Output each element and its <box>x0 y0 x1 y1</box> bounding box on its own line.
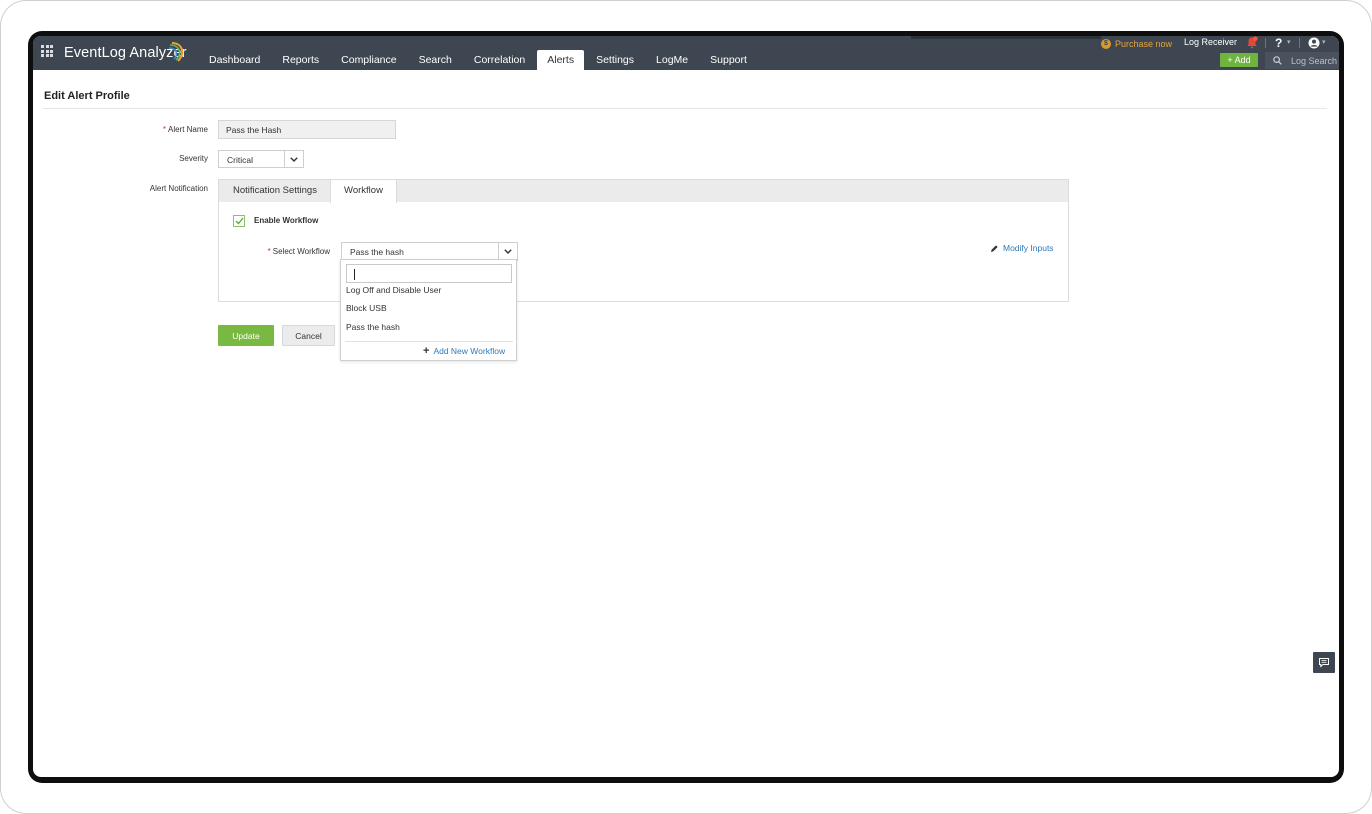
header-divider <box>1299 38 1300 48</box>
title-divider <box>43 108 1327 109</box>
plus-icon: + <box>423 345 430 357</box>
modify-inputs-link[interactable]: Modify Inputs <box>990 243 1054 253</box>
logo-swoosh-icon <box>168 42 184 62</box>
nav-tab-dashboard[interactable]: Dashboard <box>209 50 260 70</box>
enable-workflow-checkbox[interactable] <box>233 215 245 227</box>
log-search-placeholder: Log Search <box>1291 55 1338 66</box>
topbar-shadow <box>911 36 1101 39</box>
purchase-now-label: Purchase now <box>1115 39 1173 49</box>
app-launcher-grid-icon[interactable] <box>41 45 53 57</box>
user-caret-icon[interactable]: ▾ <box>1322 38 1326 52</box>
workflow-search-input[interactable] <box>346 264 512 283</box>
alert-name-input[interactable]: Pass the Hash <box>218 120 396 139</box>
alert-name-label: * Alert Name <box>162 125 208 134</box>
nav-tab-compliance[interactable]: Compliance <box>341 50 396 70</box>
severity-label: Severity <box>179 154 208 163</box>
help-caret-icon[interactable]: ▾ <box>1287 38 1291 52</box>
tab-notification-settings[interactable]: Notification Settings <box>233 180 317 202</box>
text-cursor <box>354 269 355 280</box>
help-icon[interactable]: ? <box>1275 36 1282 50</box>
notification-bell-icon[interactable] <box>1246 36 1258 49</box>
update-button[interactable]: Update <box>218 325 274 346</box>
search-icon <box>1273 56 1282 65</box>
purchase-coin-icon: $ <box>1101 39 1111 49</box>
nav-tab-settings[interactable]: Settings <box>596 50 634 70</box>
nav-tab-alerts[interactable]: Alerts <box>537 50 585 70</box>
workflow-option[interactable]: Log Off and Disable User <box>346 285 441 295</box>
pencil-icon <box>991 244 998 252</box>
nav-tab-search[interactable]: Search <box>419 50 452 70</box>
nav-tab-logme[interactable]: LogMe <box>656 50 688 70</box>
nav-tab-reports[interactable]: Reports <box>282 50 319 70</box>
header-divider <box>1265 38 1266 48</box>
nav-tab-correlation[interactable]: Correlation <box>474 50 525 70</box>
chevron-down-icon <box>504 249 512 254</box>
add-button[interactable]: + Add <box>1220 53 1258 67</box>
severity-value: Critical <box>227 155 253 165</box>
enable-workflow-label[interactable]: Enable Workflow <box>254 216 318 225</box>
select-workflow-label: * Select Workflow <box>267 247 330 256</box>
modify-inputs-label: Modify Inputs <box>1003 243 1054 253</box>
add-new-workflow-link[interactable]: + Add New Workflow <box>423 345 506 357</box>
required-marker: * <box>267 247 271 256</box>
workflow-option[interactable]: Block USB <box>346 303 387 313</box>
log-receiver-link[interactable]: Log Receiver <box>1184 37 1237 51</box>
checkmark-icon <box>235 217 244 225</box>
add-new-workflow-label: Add New Workflow <box>433 346 506 356</box>
severity-select[interactable]: Critical <box>218 150 304 168</box>
app-screen: EventLog Analyzer Dashboard Reports Comp… <box>33 36 1339 777</box>
select-workflow-toggle-button[interactable] <box>498 243 517 260</box>
chat-feedback-button[interactable] <box>1313 652 1335 673</box>
select-workflow-value: Pass the hash <box>350 247 404 257</box>
main-nav: Dashboard Reports Compliance Search Corr… <box>209 50 769 70</box>
workflow-dropdown-menu: Log Off and Disable User Block USB Pass … <box>340 259 517 361</box>
nav-tab-support[interactable]: Support <box>710 50 747 70</box>
workflow-option[interactable]: Pass the hash <box>346 322 400 332</box>
alert-notification-label: Alert Notification <box>149 184 208 193</box>
top-navigation-bar: EventLog Analyzer Dashboard Reports Comp… <box>33 36 1339 70</box>
severity-dropdown-button[interactable] <box>284 151 303 167</box>
chevron-down-icon <box>290 156 298 162</box>
cancel-button[interactable]: Cancel <box>282 325 335 346</box>
log-search-field[interactable]: Log Search <box>1265 52 1339 69</box>
page-title: Edit Alert Profile <box>44 90 130 102</box>
dropdown-divider <box>345 341 513 342</box>
purchase-now-link[interactable]: $ Purchase now <box>1101 37 1172 51</box>
user-avatar-icon[interactable] <box>1308 37 1320 49</box>
required-marker: * <box>162 125 166 134</box>
chat-bubble-icon <box>1319 658 1329 668</box>
tab-workflow[interactable]: Workflow <box>330 180 397 203</box>
